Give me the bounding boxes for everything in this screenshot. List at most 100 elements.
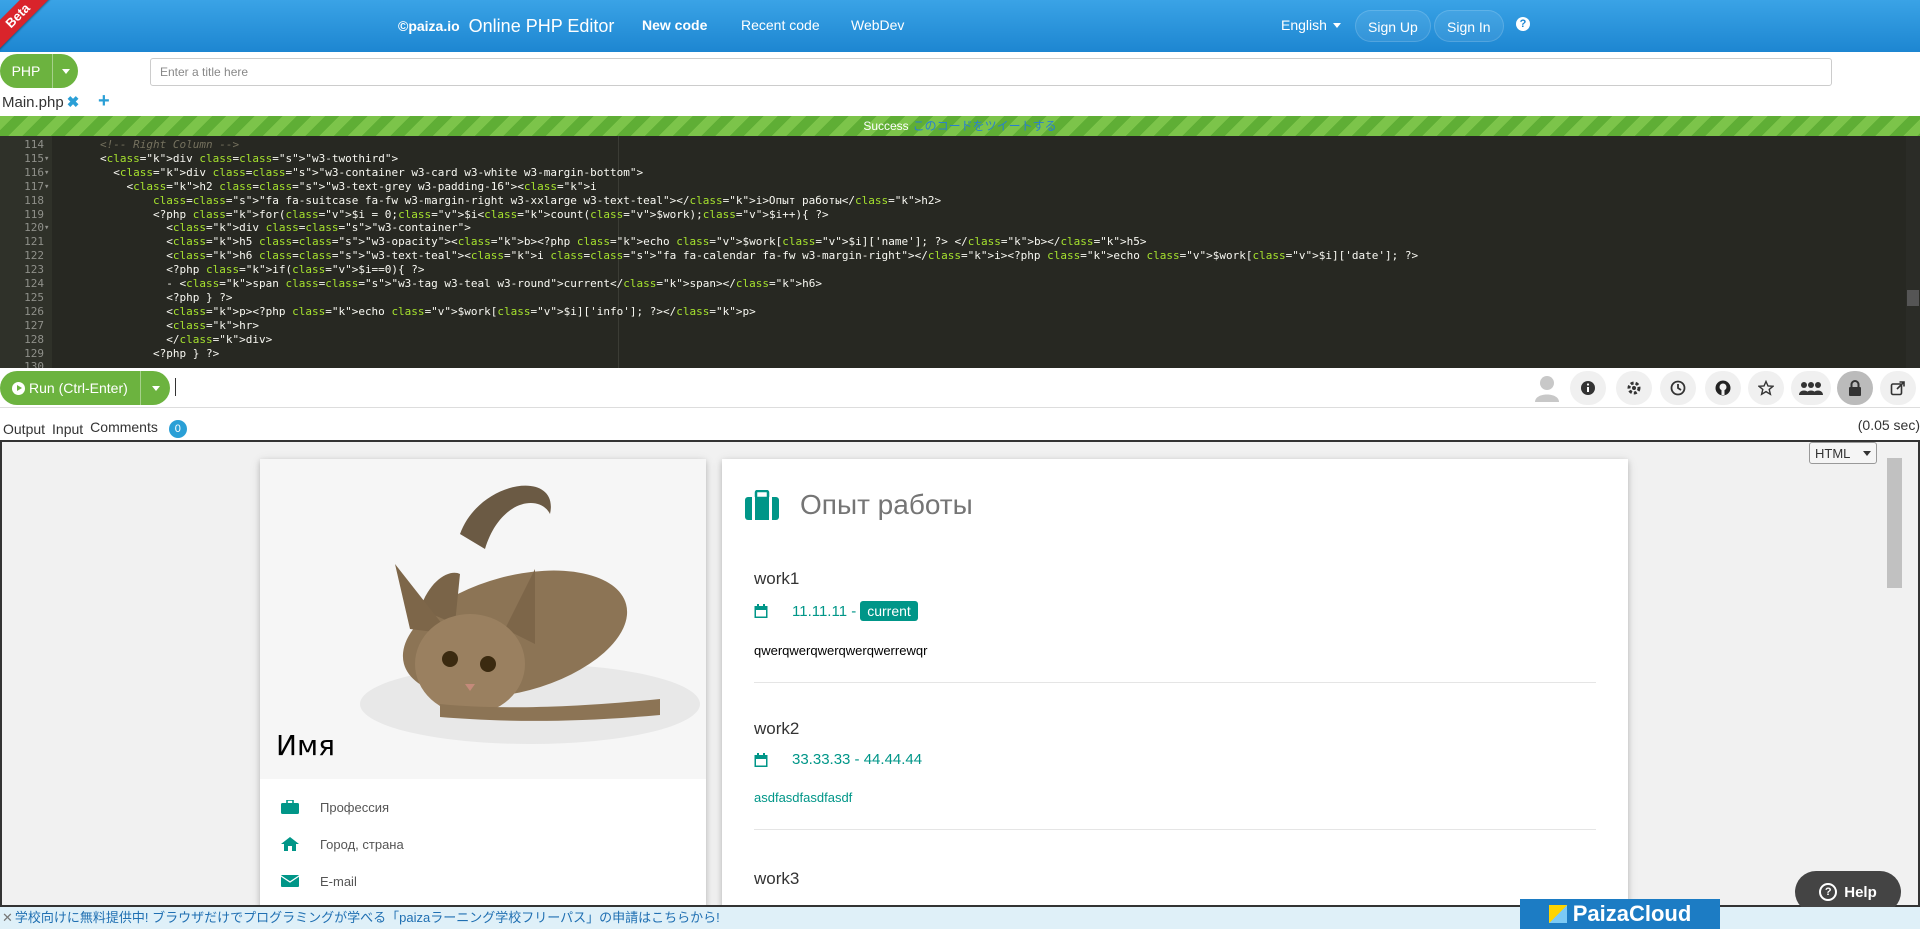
code-text: - <class="k">span class=class="s">"w3-ta… — [100, 277, 822, 290]
code-line[interactable]: 123 <?php class="k">if(class="v">$i==0){… — [0, 263, 1900, 277]
collaborate-button[interactable] — [1791, 371, 1831, 405]
brand[interactable]: ©paiza.io Online PHP Editor — [395, 14, 614, 38]
private-button[interactable] — [1837, 371, 1873, 405]
run-toolbar: Run (Ctrl-Enter) — [0, 368, 1920, 408]
paizacloud-banner[interactable]: PaizaCloud — [1520, 899, 1720, 929]
fold-toggle-icon[interactable]: ▾ — [44, 180, 52, 194]
chevron-down-icon — [1332, 22, 1341, 28]
work-date-row: 33.33.33 - 44.44.44 — [754, 751, 1596, 768]
user-avatar-icon[interactable] — [1533, 374, 1561, 402]
line-number: 116 — [24, 165, 44, 179]
fold-toggle-icon[interactable]: ▾ — [44, 152, 52, 166]
nav-webdev[interactable]: WebDev — [851, 17, 904, 33]
file-tab-main[interactable]: Main.php ✖ — [2, 93, 80, 112]
line-number: 121 — [24, 235, 44, 249]
run-options-caret[interactable] — [140, 371, 170, 405]
code-line[interactable]: 126 <class="k">p><?php class="k">echo cl… — [0, 305, 1900, 319]
output-frame: HTML Имя Профессия Город, страна E-mail … — [0, 440, 1920, 907]
code-line[interactable]: 124 - <class="k">span class=class="s">"w… — [0, 277, 1900, 291]
experience-heading: Опыт работы — [744, 489, 973, 521]
code-text: class=class="s">"fa fa-suitcase fa-fw w3… — [152, 193, 942, 207]
close-tab-icon[interactable]: ✖ — [67, 93, 80, 111]
code-line[interactable]: 122 <class="k">h6 class=class="s">"w3-te… — [0, 249, 1900, 263]
info-icon — [1581, 381, 1595, 395]
code-line[interactable]: 115 ▾ <class="k">div class=class="s">"w3-t… — [0, 152, 1900, 166]
experience-title: Опыт работы — [800, 489, 973, 520]
share-button[interactable] — [1880, 371, 1916, 405]
code-line[interactable]: 119 <?php class="k">for(class="v">$i = 0… — [0, 208, 1900, 222]
home-icon — [281, 837, 299, 851]
settings-button[interactable] — [1616, 371, 1652, 405]
promo-text[interactable]: 学校向けに無料提供中! ブラウザだけでプログラミングが学べる「paizaラーニン… — [15, 910, 720, 925]
line-number: 117 — [24, 179, 44, 193]
tab-input[interactable]: Input — [52, 421, 83, 437]
language-select-button[interactable]: PHP — [0, 54, 78, 88]
code-line[interactable]: 121 <class="k">h5 class=class="s">"w3-op… — [0, 235, 1900, 249]
output-scroll-thumb[interactable] — [1887, 458, 1902, 588]
top-navbar: Beta ©paiza.io Online PHP Editor New cod… — [0, 0, 1920, 52]
location-text: Город, страна — [320, 836, 404, 852]
line-number: 122 — [24, 249, 44, 263]
code-line[interactable]: 118 class=class="s">"fa fa-suitcase fa-f… — [0, 194, 1900, 208]
divider — [754, 829, 1596, 830]
info-button[interactable] — [1570, 371, 1606, 405]
work-name: work3 — [754, 869, 800, 888]
suitcase-icon — [745, 490, 779, 520]
line-number: 124 — [24, 277, 44, 290]
code-line[interactable]: 120 ▾ <class="k">div class=class="s">"w3-… — [0, 221, 1900, 235]
profile-name: Имя — [276, 729, 335, 762]
close-icon[interactable]: ✕ — [2, 910, 13, 925]
current-tag: current — [860, 601, 918, 621]
line-number: 120 — [24, 221, 44, 235]
code-line[interactable]: 125 <?php } ?> — [0, 291, 1900, 305]
nav-recent-code[interactable]: Recent code — [741, 17, 820, 33]
code-line[interactable]: 127 <class="k">hr> — [0, 319, 1900, 333]
code-line[interactable]: 114 <!-- Right Column --> — [0, 138, 1900, 152]
editor-scroll-thumb[interactable] — [1907, 290, 1919, 306]
tweet-link[interactable]: このコードをツイートする — [913, 119, 1057, 133]
code-line[interactable]: 129 <?php } ?> — [0, 347, 1900, 361]
paizacloud-logo-icon — [1548, 905, 1567, 923]
tab-output[interactable]: Output — [3, 421, 45, 437]
code-line[interactable]: 117 ▾ <class="k">h2 class=class="s">"w3-t… — [0, 180, 1900, 194]
code-line[interactable]: 116 ▾ <class="k">div class=class="s">"w3-… — [0, 166, 1900, 180]
output-tabs: Output Input Comments 0 — [3, 419, 201, 438]
file-tab-label: Main.php — [2, 93, 64, 111]
sign-in-button[interactable]: Sign In — [1434, 10, 1504, 42]
language-dropdown[interactable]: English — [1281, 17, 1341, 33]
gear-icon — [1627, 381, 1641, 395]
nav-new-code[interactable]: New code — [642, 17, 707, 33]
history-button[interactable] — [1660, 371, 1696, 405]
line-number: 119 — [24, 207, 44, 221]
run-button[interactable]: Run (Ctrl-Enter) — [0, 371, 170, 405]
editor-scrollbar[interactable] — [1906, 136, 1920, 368]
email-row: E-mail — [280, 870, 357, 892]
lock-icon — [1849, 380, 1861, 396]
title-input[interactable] — [150, 58, 1832, 86]
add-tab-icon[interactable]: + — [98, 90, 110, 113]
code-editor[interactable]: 114 <!-- Right Column --> 115 ▾ <class="k">d… — [0, 136, 1920, 368]
language-select-label: PHP — [11, 63, 41, 79]
profession-text: Профессия — [320, 799, 390, 815]
sign-up-button[interactable]: Sign Up — [1355, 10, 1431, 42]
help-icon[interactable]: ? — [1516, 17, 1530, 31]
tab-comments[interactable]: Comments 0 — [90, 419, 194, 438]
output-format-select[interactable]: HTML — [1809, 442, 1877, 464]
line-number: 126 — [24, 304, 44, 318]
experience-card: Опыт работы work1 11.11.11 - current qwe… — [722, 459, 1628, 905]
code-line[interactable]: 128 </class="k">div> — [0, 333, 1900, 347]
favorite-button[interactable] — [1748, 371, 1784, 405]
work-date-row: 11.11.11 - current — [754, 601, 1596, 621]
code-line[interactable]: 130 — [0, 360, 1900, 368]
fold-toggle-icon[interactable]: ▾ — [44, 221, 52, 235]
line-number: 114 — [24, 138, 44, 151]
github-button[interactable] — [1705, 371, 1741, 405]
fold-toggle-icon[interactable]: ▾ — [44, 166, 52, 180]
code-text: <class="k">p><?php class="k">echo class=… — [100, 304, 756, 318]
work-date: 33.33.33 - 44.44.44 — [792, 751, 923, 768]
calendar-icon — [754, 752, 768, 767]
question-icon: ? — [1819, 883, 1838, 901]
location-row: Город, страна — [280, 833, 404, 855]
language-select-caret[interactable] — [52, 54, 78, 88]
line-number: 128 — [24, 332, 44, 346]
